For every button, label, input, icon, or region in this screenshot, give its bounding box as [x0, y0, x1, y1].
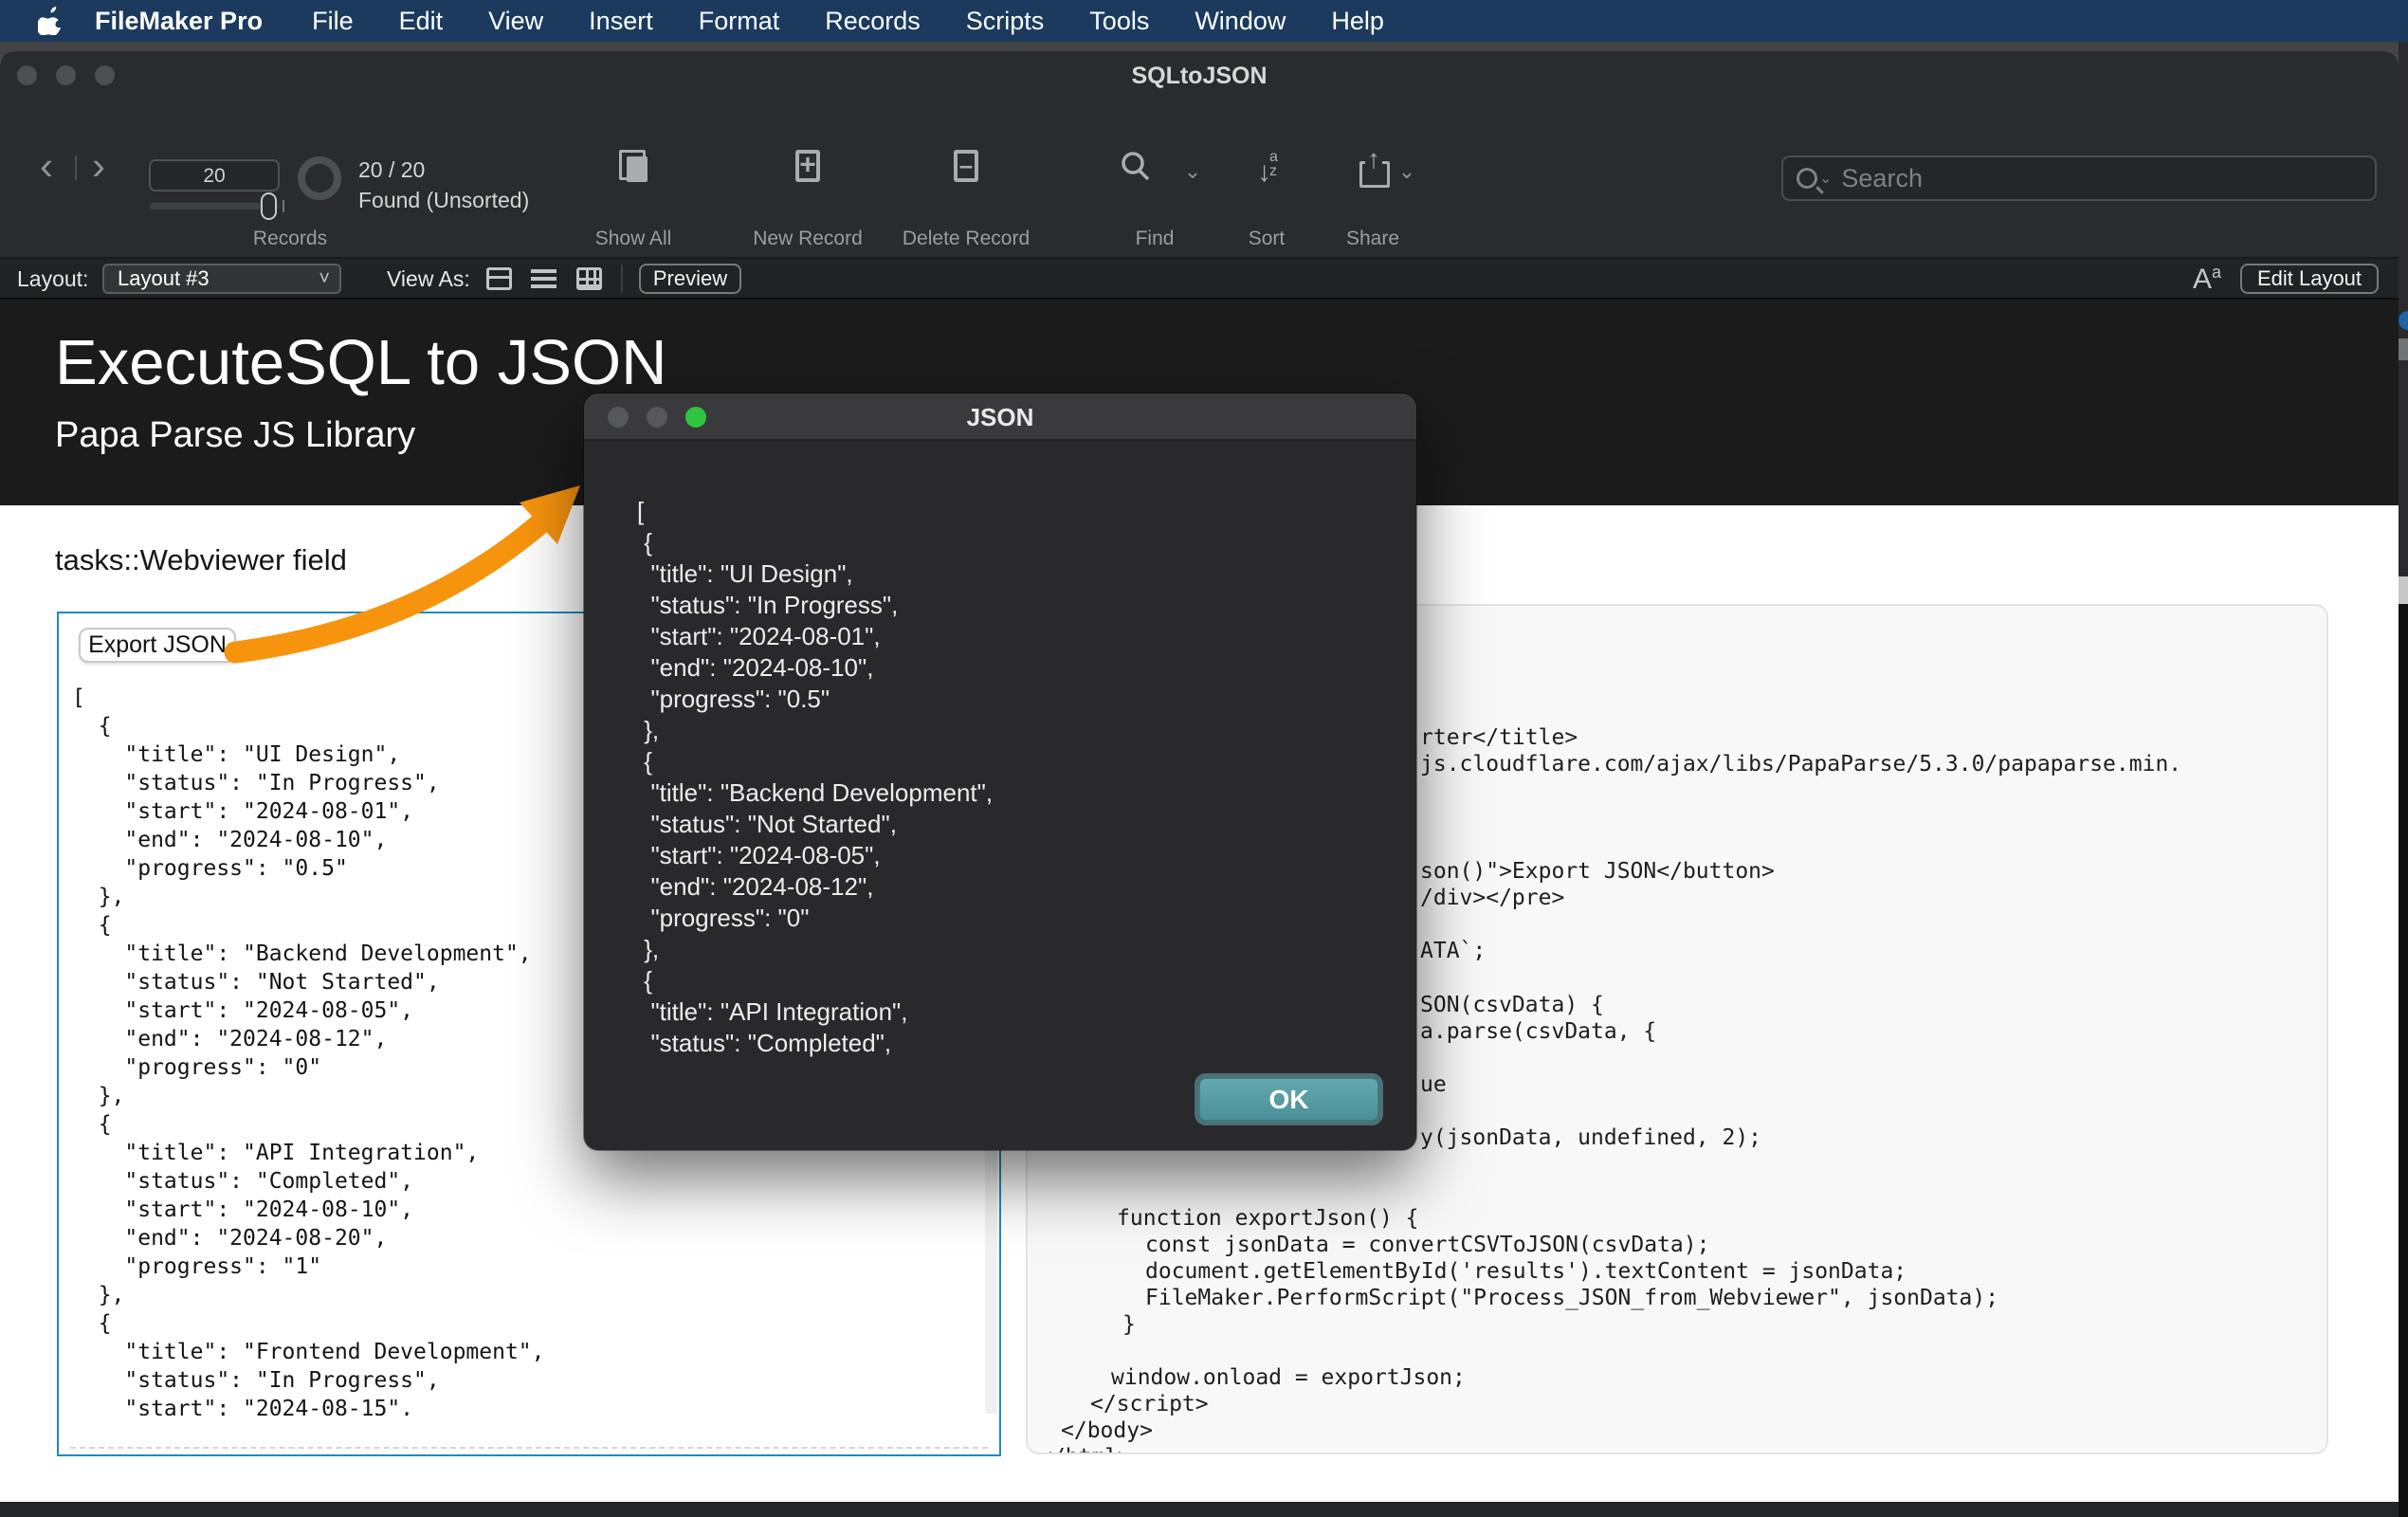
- found-count: 20 / 20: [358, 157, 425, 183]
- code-line: </script>: [1090, 1391, 1209, 1417]
- menu-item-scripts[interactable]: Scripts: [943, 7, 1067, 36]
- code-line: ATA`;: [1420, 938, 1486, 964]
- search-placeholder: Search: [1841, 164, 1923, 193]
- menu-item-help[interactable]: Help: [1308, 7, 1407, 36]
- find-icon[interactable]: [1119, 150, 1153, 189]
- menubar-items: FileMaker ProFileEditViewInsertFormatRec…: [72, 7, 1407, 36]
- record-slider-tick: [283, 200, 284, 212]
- page-subtitle: Papa Parse JS Library: [55, 415, 415, 456]
- background-window-segment: [2399, 576, 2408, 604]
- code-line: </html>: [1039, 1444, 1131, 1454]
- view-as-table-button[interactable]: [576, 267, 602, 290]
- search-chevron-icon[interactable]: ⌄: [1819, 169, 1832, 188]
- webviewer-json-text: [ { "title": "UI Design", "status": "In …: [72, 684, 545, 1423]
- background-window-segment: [2399, 604, 2408, 1517]
- window-title: SQLtoJSON: [0, 63, 2399, 90]
- find-label[interactable]: Find: [1136, 228, 1175, 250]
- view-as-label: View As:: [387, 266, 470, 292]
- code-line: </body>: [1061, 1417, 1153, 1444]
- divider: [75, 155, 77, 180]
- code-line: const jsonData = convertCSVToJSON(csvDat…: [1145, 1232, 1709, 1258]
- next-record-button[interactable]: ›: [92, 146, 105, 186]
- menu-item-filemaker-pro[interactable]: FileMaker Pro: [72, 7, 289, 36]
- share-label[interactable]: Share: [1346, 228, 1399, 250]
- dialog-json-text: [ { "title": "UI Design", "status": "In …: [637, 496, 993, 1059]
- find-options-chevron-icon[interactable]: ⌄: [1184, 159, 1201, 184]
- record-slider-track: [150, 203, 264, 210]
- delete-record-label[interactable]: Delete Record: [903, 228, 1030, 250]
- menu-item-format[interactable]: Format: [676, 7, 803, 36]
- records-label: Records: [253, 228, 327, 250]
- share-icon[interactable]: [1359, 150, 1387, 184]
- chevron-down-icon: ˅: [319, 265, 330, 292]
- new-record-icon[interactable]: [795, 150, 820, 182]
- layout-label: Layout:: [17, 266, 88, 292]
- greenflux-logo: GREENflux: [775, 1513, 989, 1517]
- window-titlebar[interactable]: SQLtoJSON: [0, 51, 2399, 101]
- show-all-label[interactable]: Show All: [595, 228, 672, 250]
- menu-item-view[interactable]: View: [465, 7, 566, 36]
- delete-record-icon[interactable]: [954, 150, 978, 182]
- page-title: ExecuteSQL to JSON: [55, 326, 666, 399]
- view-as-list-button[interactable]: [531, 267, 556, 290]
- layout-dropdown-value: Layout #3: [118, 266, 210, 290]
- layout-bar: Layout: Layout #3 ˅ View As: Preview Aa …: [0, 259, 2399, 300]
- found-set-pie-icon[interactable]: [298, 156, 341, 200]
- edit-layout-button[interactable]: Edit Layout: [2240, 264, 2379, 294]
- dialog-title: JSON: [584, 403, 1416, 432]
- apple-menu-icon[interactable]: [28, 7, 72, 35]
- menubar: FileMaker ProFileEditViewInsertFormatRec…: [0, 0, 2408, 42]
- ok-button[interactable]: OK: [1198, 1077, 1379, 1122]
- divider: [70, 1447, 988, 1449]
- code-line: son()">Export JSON</button>: [1420, 858, 1775, 885]
- code-line: a.parse(csvData, {: [1420, 1018, 1656, 1045]
- code-line: document.getElementById('results').textC…: [1145, 1258, 1906, 1285]
- layout-dropdown[interactable]: Layout #3 ˅: [102, 264, 341, 294]
- json-dialog: JSON [ { "title": "UI Design", "status":…: [584, 393, 1416, 1150]
- menu-item-window[interactable]: Window: [1172, 7, 1308, 36]
- code-line: SON(csvData) {: [1420, 992, 1604, 1018]
- code-line: ue: [1420, 1071, 1447, 1098]
- code-line: }: [1122, 1311, 1136, 1338]
- code-line: FileMaker.PerformScript("Process_JSON_fr…: [1145, 1285, 1998, 1311]
- background-window-segment: [2399, 338, 2408, 360]
- previous-record-button[interactable]: ‹: [40, 146, 53, 186]
- arrow-annotation: [190, 459, 616, 705]
- search-input[interactable]: ⌄ Search: [1781, 155, 2377, 201]
- background-window-blue-dot: [2399, 311, 2408, 330]
- webviewer-hscroll-area[interactable]: [61, 1416, 997, 1453]
- record-slider[interactable]: [150, 203, 281, 210]
- menu-item-file[interactable]: File: [289, 7, 376, 36]
- new-record-label[interactable]: New Record: [753, 228, 863, 250]
- sort-label[interactable]: Sort: [1249, 228, 1286, 250]
- code-line: js.cloudflare.com/ajax/libs/PapaParse/5.…: [1420, 751, 2181, 777]
- sort-icon[interactable]: ↓az: [1257, 150, 1276, 189]
- search-icon: [1797, 168, 1817, 189]
- code-line: function exportJson() {: [1117, 1205, 1419, 1232]
- divider: [621, 265, 623, 293]
- status-toolbar: ‹ › 20 Records 20 / 20 Found (Unsorted) …: [0, 101, 2399, 259]
- code-line: window.onload = exportJson;: [1111, 1364, 1466, 1391]
- found-status: Found (Unsorted): [358, 188, 529, 213]
- text-formatting-icon[interactable]: Aa: [2193, 263, 2221, 296]
- share-options-chevron-icon[interactable]: ⌄: [1398, 159, 1415, 184]
- code-line: y(jsonData, undefined, 2);: [1420, 1124, 1761, 1151]
- show-all-icon[interactable]: [619, 150, 648, 182]
- dialog-titlebar[interactable]: JSON: [584, 393, 1416, 441]
- record-slider-knob[interactable]: [261, 192, 277, 220]
- preview-button[interactable]: Preview: [639, 264, 741, 294]
- view-as-form-button[interactable]: [486, 267, 512, 290]
- code-line: rter</title>: [1420, 724, 1578, 751]
- logo-flux-text: flux: [910, 1513, 989, 1517]
- current-record-field[interactable]: 20: [149, 159, 280, 192]
- footer: GREENflux greenflux.github.io: [0, 1502, 2399, 1517]
- menu-item-insert[interactable]: Insert: [566, 7, 676, 36]
- menu-item-tools[interactable]: Tools: [1067, 7, 1172, 36]
- code-line: /div></pre>: [1420, 885, 1564, 911]
- menu-item-records[interactable]: Records: [802, 7, 943, 36]
- menu-item-edit[interactable]: Edit: [376, 7, 466, 36]
- background-window-sliver: [2399, 42, 2408, 1517]
